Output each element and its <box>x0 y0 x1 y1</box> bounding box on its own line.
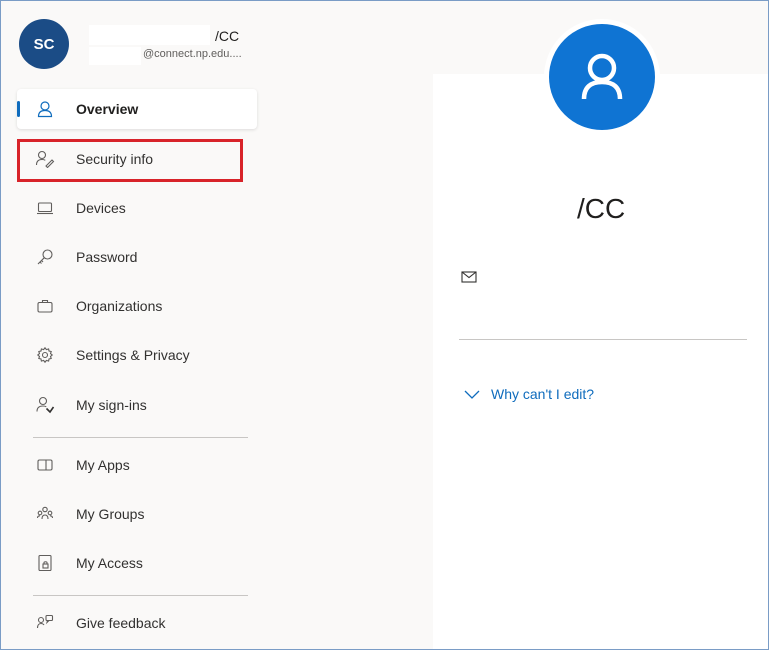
nav-divider-1 <box>33 437 248 438</box>
active-indicator <box>17 101 20 117</box>
profile-card <box>433 74 768 649</box>
people-group-icon <box>34 503 56 525</box>
lock-document-icon <box>34 552 56 574</box>
nav-item-overview[interactable]: Overview <box>17 89 257 129</box>
redacted-name-block <box>89 25 210 45</box>
user-outline-icon <box>34 98 56 120</box>
nav-item-my-access[interactable]: My Access <box>17 543 257 583</box>
nav-label-organizations: Organizations <box>76 298 163 314</box>
feedback-icon <box>34 612 56 634</box>
user-signin-icon <box>34 394 56 416</box>
nav-item-devices[interactable]: Devices <box>17 188 257 228</box>
profile-avatar <box>544 19 660 135</box>
laptop-icon <box>34 197 56 219</box>
nav-label-password: Password <box>76 249 138 265</box>
profile-name: /CC <box>577 193 626 224</box>
nav-item-my-groups[interactable]: My Groups <box>17 494 257 534</box>
nav-label-devices: Devices <box>76 200 126 216</box>
apps-panel-icon <box>34 454 56 476</box>
nav-item-organizations[interactable]: Organizations <box>17 286 257 326</box>
gear-icon <box>34 344 56 366</box>
nav-item-password[interactable]: Password <box>17 237 257 277</box>
nav-label-give-feedback: Give feedback <box>76 615 166 631</box>
account-name: /CC <box>215 28 240 44</box>
nav-item-my-apps[interactable]: My Apps <box>17 445 257 485</box>
app-window: SC /CC @connect.np.edu.... Overview Secu… <box>0 0 769 650</box>
profile-avatar-circle <box>549 24 655 130</box>
sidebar: SC /CC @connect.np.edu.... Overview Secu… <box>9 1 257 649</box>
person-icon <box>581 53 623 100</box>
nav-label-overview: Overview <box>76 101 139 117</box>
why-cant-edit-label: Why can't I edit? <box>491 386 595 402</box>
chevron-down-icon <box>463 387 481 401</box>
nav-item-give-feedback[interactable]: Give feedback <box>17 603 257 643</box>
nav-label-my-apps: My Apps <box>76 457 130 473</box>
briefcase-icon <box>34 295 56 317</box>
account-email: @connect.np.edu.... <box>143 48 242 60</box>
nav-label-my-access: My Access <box>76 555 143 571</box>
profile-divider <box>459 339 747 340</box>
nav-item-my-signins[interactable]: My sign-ins <box>17 385 257 425</box>
highlight-annotation-box <box>17 139 243 182</box>
nav-divider-2 <box>33 595 248 596</box>
nav-label-my-groups: My Groups <box>76 506 145 522</box>
nav-item-settings-privacy[interactable]: Settings & Privacy <box>17 335 257 375</box>
nav-label-my-signins: My sign-ins <box>76 397 147 413</box>
redacted-email-block <box>89 47 141 65</box>
account-header: SC /CC @connect.np.edu.... <box>19 19 255 69</box>
mail-icon <box>461 270 477 283</box>
user-avatar[interactable]: SC <box>19 19 69 69</box>
nav-label-settings-privacy: Settings & Privacy <box>76 347 190 363</box>
key-icon <box>34 246 56 268</box>
why-cant-edit-link[interactable]: Why can't I edit? <box>463 386 594 402</box>
